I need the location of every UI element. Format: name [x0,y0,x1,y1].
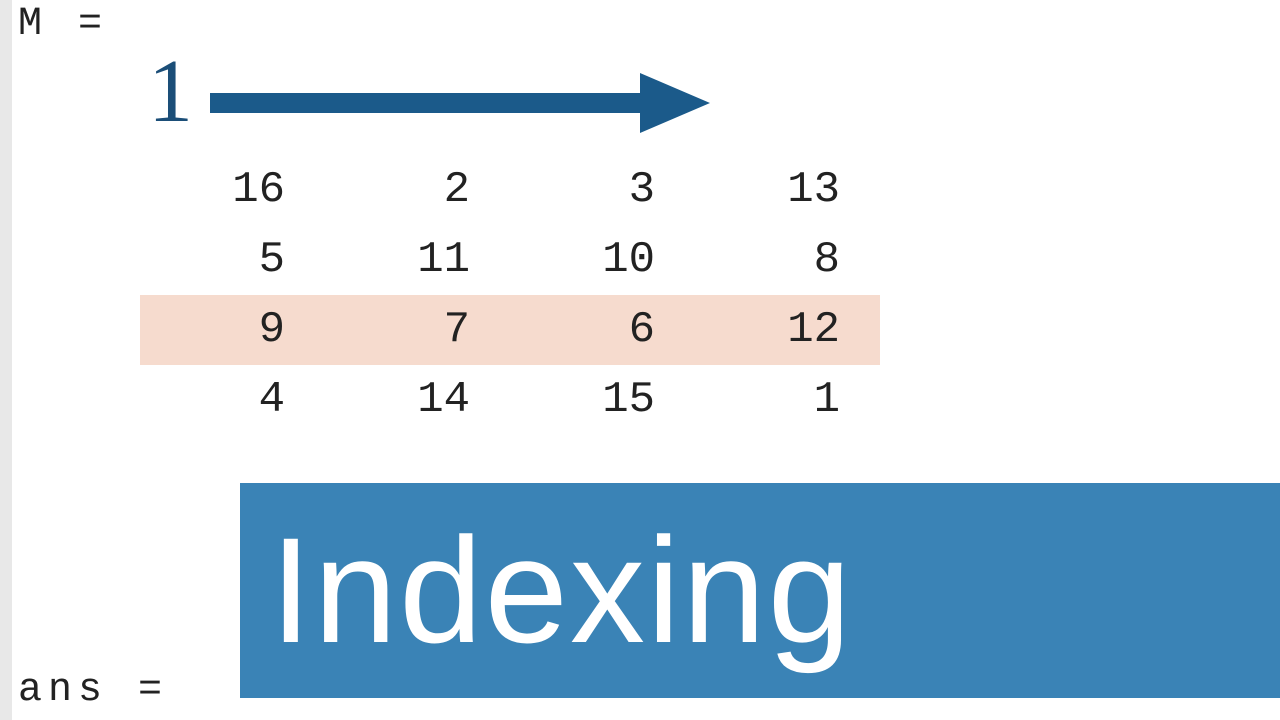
title-banner: Indexing [240,483,1280,698]
editor-gutter [0,0,12,720]
matrix-cell: 11 [325,235,510,285]
matrix-cell: 7 [325,305,510,355]
matrix-cell: 6 [510,305,695,355]
matrix-cell: 16 [140,165,325,215]
variable-ans-label: ans = [18,668,168,713]
matrix-cell: 13 [695,165,880,215]
index-annotation-one: 1 [148,40,193,143]
arrow-right-icon [210,68,710,138]
matrix-cell: 10 [510,235,695,285]
matrix-row-highlighted: 9 7 6 12 [140,295,880,365]
variable-m-label: M = [18,2,108,47]
matrix-cell: 1 [695,375,880,425]
matrix-cell: 15 [510,375,695,425]
matrix-cell: 4 [140,375,325,425]
matrix-row: 5 11 10 8 [140,225,880,295]
matrix-cell: 2 [325,165,510,215]
matrix-row: 16 2 3 13 [140,155,880,225]
matrix-cell: 12 [695,305,880,355]
matrix-cell: 9 [140,305,325,355]
matrix-cell: 3 [510,165,695,215]
matrix-cell: 14 [325,375,510,425]
matrix-row: 4 14 15 1 [140,365,880,435]
matrix-m: 16 2 3 13 5 11 10 8 9 7 6 12 4 14 15 1 [140,155,880,435]
matrix-cell: 8 [695,235,880,285]
matrix-cell: 5 [140,235,325,285]
